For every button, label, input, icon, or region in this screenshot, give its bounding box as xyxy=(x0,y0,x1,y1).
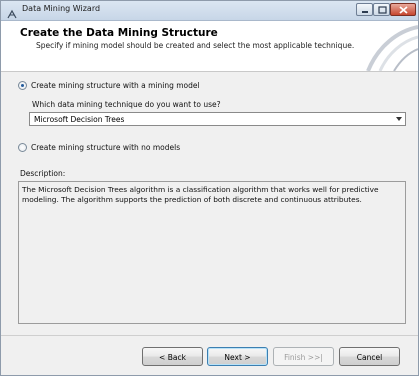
chevron-down-icon[interactable] xyxy=(396,117,402,121)
window-title: Data Mining Wizard xyxy=(22,4,101,13)
page-title: Create the Data Mining Structure xyxy=(20,27,218,39)
technique-selected-value: Microsoft Decision Trees xyxy=(34,115,125,124)
description-box[interactable]: The Microsoft Decision Trees algorithm i… xyxy=(18,181,406,324)
description-label: Description: xyxy=(20,169,66,178)
radio-no-models-label[interactable]: Create mining structure with no models xyxy=(31,143,180,152)
description-text: The Microsoft Decision Trees algorithm i… xyxy=(22,185,379,204)
close-icon xyxy=(399,6,408,14)
close-button[interactable] xyxy=(390,3,416,16)
maximize-button[interactable] xyxy=(373,3,390,16)
maximize-icon xyxy=(378,6,387,14)
page-subtitle: Specify if mining model should be create… xyxy=(36,41,355,50)
header-swoosh-icon xyxy=(366,25,418,71)
cancel-button[interactable]: Cancel xyxy=(339,347,400,366)
wizard-header: Create the Data Mining Structure Specify… xyxy=(1,21,418,72)
minimize-icon xyxy=(362,11,368,13)
next-button[interactable]: Next > xyxy=(207,347,268,366)
footer-divider xyxy=(1,335,418,336)
radio-with-model[interactable] xyxy=(18,81,27,90)
wizard-icon xyxy=(7,5,19,19)
back-button[interactable]: < Back xyxy=(142,347,203,366)
minimize-button[interactable] xyxy=(356,3,373,16)
technique-dropdown[interactable]: Microsoft Decision Trees xyxy=(29,112,406,126)
radio-with-model-label[interactable]: Create mining structure with a mining mo… xyxy=(31,81,200,90)
finish-button[interactable]: Finish >>| xyxy=(273,347,334,366)
technique-question: Which data mining technique do you want … xyxy=(32,100,221,109)
wizard-window: Data Mining Wizard Create the Data Minin… xyxy=(0,0,419,376)
title-bar[interactable]: Data Mining Wizard xyxy=(1,1,418,21)
radio-no-models[interactable] xyxy=(18,143,27,152)
